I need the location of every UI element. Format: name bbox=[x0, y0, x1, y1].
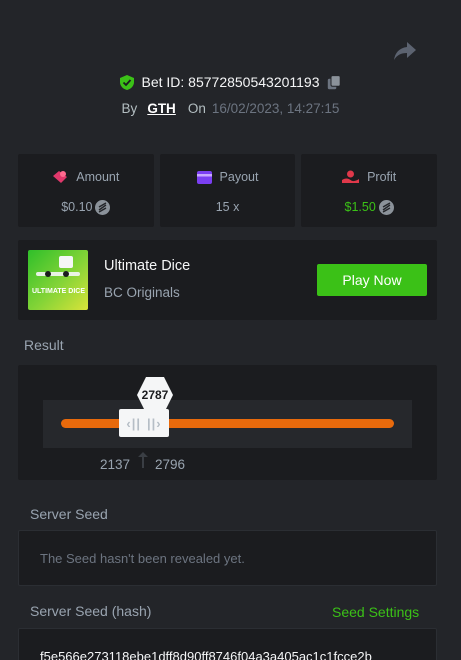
shield-check-icon bbox=[120, 74, 135, 90]
author-row: By GTH On 16/02/2023, 14:27:15 bbox=[0, 98, 461, 118]
amount-stat: Amount $0.10 bbox=[18, 154, 154, 227]
bet-stats: Amount $0.10 Payout 15 x Profit $1.50 bbox=[18, 154, 438, 227]
server-seed-field: The Seed hasn't been revealed yet. bbox=[18, 530, 437, 586]
arrow-up-icon bbox=[138, 452, 148, 468]
game-thumbnail-text: ULTIMATE DICE bbox=[32, 288, 86, 295]
result-bubble: 2787 bbox=[135, 375, 175, 415]
user-link[interactable]: GTH bbox=[147, 101, 176, 116]
card-icon bbox=[196, 170, 212, 184]
bet-date: 16/02/2023, 14:27:15 bbox=[211, 100, 340, 116]
profit-label: Profit bbox=[367, 170, 397, 184]
share-arrow-icon bbox=[394, 42, 416, 60]
game-card: ULTIMATE DICE Ultimate Dice BC Originals… bbox=[18, 240, 437, 320]
bet-id-row: Bet ID: 85772850543201193 bbox=[0, 72, 461, 92]
range-bar bbox=[61, 419, 394, 428]
copy-icon[interactable] bbox=[327, 74, 341, 90]
bet-id-text: Bet ID: 85772850543201193 bbox=[141, 74, 319, 90]
by-label: By bbox=[121, 100, 138, 116]
amount-label: Amount bbox=[76, 170, 120, 184]
share-button[interactable] bbox=[393, 40, 417, 62]
server-seed-hash-text: f5e566e273118ebe1dff8d90ff8746f04a3a405a… bbox=[40, 649, 372, 660]
profit-value: $1.50 bbox=[344, 200, 376, 214]
bet-id-label: Bet ID: bbox=[141, 74, 185, 90]
server-seed-label: Server Seed bbox=[30, 506, 108, 522]
on-label: On bbox=[187, 100, 206, 116]
play-now-button[interactable]: Play Now bbox=[317, 264, 427, 296]
payout-value: 15 x bbox=[215, 200, 240, 214]
server-seed-text: The Seed hasn't been revealed yet. bbox=[40, 551, 245, 566]
coin-icon bbox=[378, 199, 394, 215]
payout-label: Payout bbox=[219, 170, 259, 184]
result-label: Result bbox=[24, 337, 64, 353]
result-panel: ‹|| ||› 2787 2137 2796 bbox=[18, 365, 437, 480]
result-value: 2787 bbox=[141, 388, 169, 402]
profit-stat: Profit $1.50 bbox=[301, 154, 438, 227]
dice-icon bbox=[36, 256, 80, 277]
bet-id-value: 85772850543201193 bbox=[188, 74, 320, 90]
chevron-left-icon: ‹|| bbox=[126, 415, 141, 431]
profit-icon bbox=[342, 170, 360, 183]
game-provider: BC Originals bbox=[104, 285, 180, 300]
chevron-right-icon: ||› bbox=[147, 415, 162, 431]
dice-track: ‹|| ||› bbox=[43, 400, 412, 448]
server-seed-hash-label: Server Seed (hash) bbox=[30, 603, 152, 619]
payout-stat: Payout 15 x bbox=[159, 154, 296, 227]
range-low: 2137 bbox=[100, 457, 131, 472]
amount-value: $0.10 bbox=[61, 200, 93, 214]
game-name[interactable]: Ultimate Dice bbox=[104, 258, 190, 274]
range-high: 2796 bbox=[155, 457, 186, 472]
coin-icon bbox=[95, 199, 111, 215]
bet-chip-icon bbox=[53, 171, 68, 183]
server-seed-hash-field[interactable]: f5e566e273118ebe1dff8d90ff8746f04a3a405a… bbox=[18, 628, 437, 660]
seed-settings-link[interactable]: Seed Settings bbox=[332, 604, 419, 620]
game-thumbnail[interactable]: ULTIMATE DICE bbox=[28, 250, 88, 310]
